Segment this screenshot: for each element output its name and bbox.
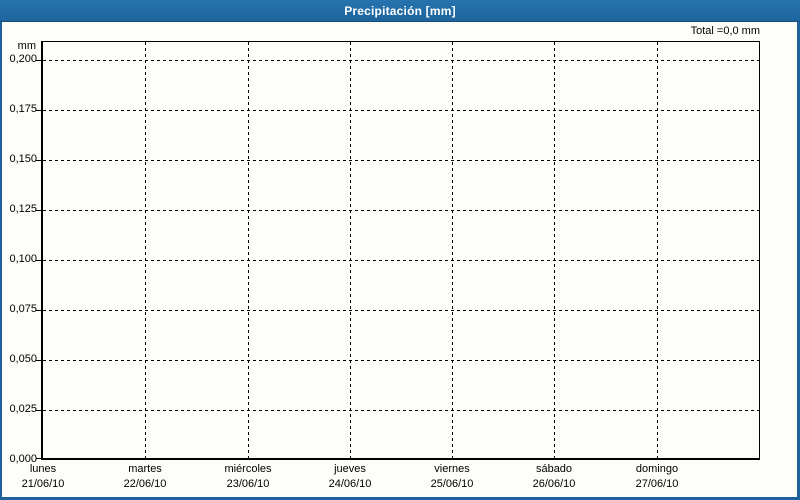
y-tick-label: 0,200 (9, 53, 37, 65)
weekday-label: jueves (334, 463, 366, 475)
y-tick-label: 0,050 (9, 353, 37, 365)
x-grid-line (452, 42, 453, 458)
y-tick-label: 0,100 (9, 253, 37, 265)
x-day-label: jueves 24/06/10 (298, 462, 402, 492)
y-grid-line (43, 210, 759, 211)
date-label: 27/06/10 (635, 478, 679, 490)
y-tick-label: 0,025 (9, 403, 37, 415)
window-title: Precipitación [mm] (344, 3, 456, 18)
weekday-label: martes (128, 463, 162, 475)
y-grid-line (43, 60, 759, 61)
x-grid-line (554, 42, 555, 458)
x-grid-line (657, 42, 658, 458)
y-tick-label: 0,125 (9, 203, 37, 215)
date-label: 22/06/10 (123, 478, 167, 490)
x-day-label: sábado 26/06/10 (502, 462, 606, 492)
date-label: 26/06/10 (532, 478, 576, 490)
date-label: 24/06/10 (328, 478, 372, 490)
weekday-label: miércoles (224, 463, 272, 475)
x-grid-line (350, 42, 351, 458)
date-label: 21/06/10 (21, 478, 65, 490)
window-titlebar: Precipitación [mm] (0, 0, 800, 22)
x-grid-line (145, 42, 146, 458)
date-label: 25/06/10 (430, 478, 474, 490)
y-tick-label: 0,075 (9, 303, 37, 315)
y-grid-line (43, 110, 759, 111)
y-tick-label: 0,175 (9, 103, 37, 115)
x-day-label: miércoles 23/06/10 (196, 462, 300, 492)
y-axis-unit-label: mm (17, 40, 36, 52)
x-grid-line (248, 42, 249, 458)
y-grid-line (43, 360, 759, 361)
date-label: 23/06/10 (226, 478, 270, 490)
y-grid-line (43, 160, 759, 161)
total-precipitation-label: Total =0,0 mm (690, 25, 760, 37)
x-day-label: viernes 25/06/10 (400, 462, 504, 492)
weekday-label: domingo (635, 463, 679, 475)
y-tick-label: 0,150 (9, 153, 37, 165)
y-grid-line (43, 410, 759, 411)
plot-area (41, 41, 760, 460)
y-grid-line (43, 310, 759, 311)
x-day-label: domingo 27/06/10 (605, 462, 709, 492)
weekday-label: viernes (434, 463, 470, 475)
x-day-label: martes 22/06/10 (93, 462, 197, 492)
weekday-label: sábado (535, 463, 573, 475)
x-day-label: lunes 21/06/10 (0, 462, 95, 492)
y-grid-line (43, 260, 759, 261)
weekday-label: lunes (29, 463, 57, 475)
chart-window: Precipitación [mm] Total =0,0 mm mm 0,00… (0, 0, 800, 500)
